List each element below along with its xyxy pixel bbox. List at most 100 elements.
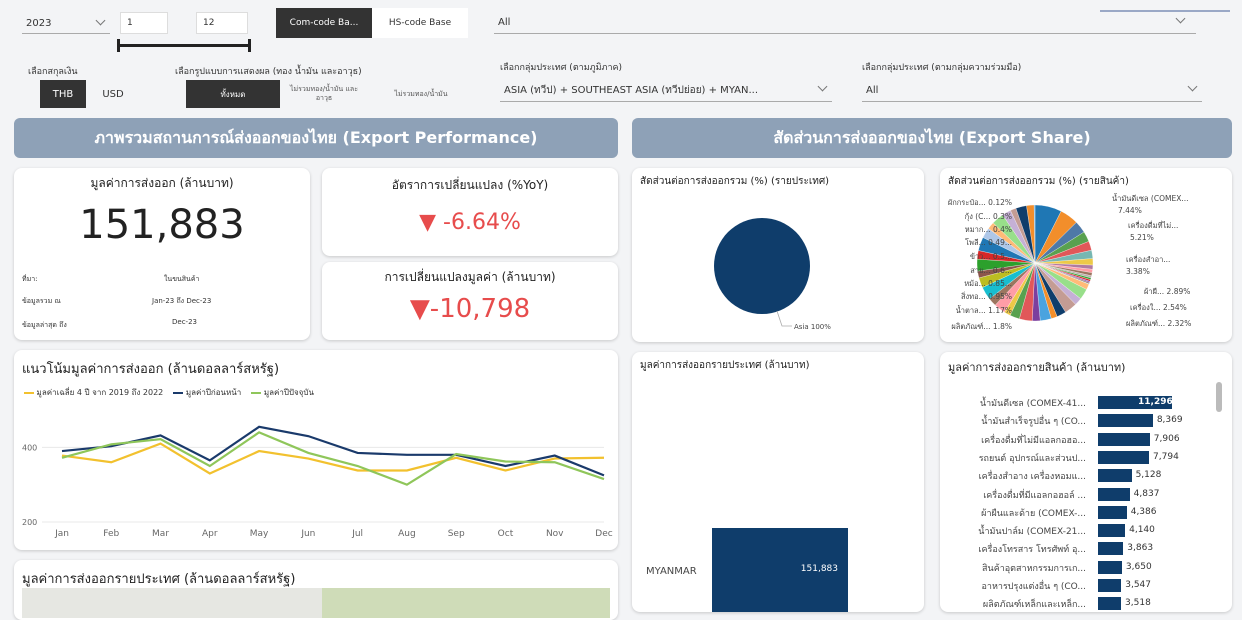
display-no-gold-oil-arms-button[interactable]: ไม่รวมทอง/น้ำมัน และ อาวุธ [288, 80, 360, 108]
product-dropdown[interactable]: All [494, 12, 1196, 34]
month-start-input[interactable]: 1 [120, 12, 168, 34]
product-bar[interactable] [1098, 450, 1150, 464]
trend-series-line-2[interactable] [61, 431, 605, 486]
country-map-card: มูลค่าการส่งออกรายประเทศ (ล้านดอลลาร์สหร… [14, 560, 618, 620]
country-bar-value: 151,883 [800, 564, 838, 574]
display-no-gold-oil-button[interactable]: ไม่รวมทอง/น้ำมัน [376, 80, 466, 108]
month-range-slider[interactable] [118, 44, 250, 47]
product-bar-value: 7,906 [1153, 433, 1180, 444]
x-tick-label: Nov [546, 529, 564, 539]
month-end-input[interactable]: 12 [196, 12, 248, 34]
currency-label: เลือกสกุลเงิน [28, 67, 78, 77]
pie-label-asia: Asia 100% [794, 323, 831, 331]
country-share-card: สัดส่วนต่อการส่งออกรวม (%) (รายประเทศ) A… [632, 168, 924, 342]
y-tick-label: 200 [22, 518, 37, 527]
x-tick-label: Sep [448, 529, 465, 539]
pie-left-label: สิ่งทอ... 0.95% [960, 292, 1012, 301]
y-tick-label: 400 [22, 443, 37, 452]
product-bar[interactable] [1098, 542, 1124, 556]
legend-avg-label: มูลค่าเฉลี่ย 4 ปี จาก 2019 ถึง 2022 [36, 388, 164, 397]
country-pie-chart: Asia 100% [714, 218, 831, 331]
x-tick-label: Jul [351, 529, 363, 539]
export-trend-card: แนวโน้มมูลค่าการส่งออก (ล้านดอลลาร์สหรัฐ… [14, 350, 618, 550]
pie-left-label: หม้อ... 0.85... [964, 279, 1012, 288]
product-bar-label: รถยนต์ อุปกรณ์และส่วนป... [978, 453, 1086, 464]
product-bar-value: 4,140 [1129, 525, 1155, 536]
slider-handle-start[interactable] [117, 39, 120, 52]
pie-right-label: 3.38% [1126, 267, 1150, 276]
export-value-title: มูลค่าการส่งออก (ล้านบาท) [90, 176, 234, 190]
map-area[interactable] [22, 588, 610, 618]
coop-value: All [866, 85, 879, 96]
country-bar-myanmar[interactable]: 151,883 [712, 528, 848, 612]
product-bar-value: 4,386 [1130, 506, 1157, 517]
slider-handle-end[interactable] [248, 39, 251, 52]
map-land [322, 588, 610, 618]
x-tick-label: Oct [498, 529, 514, 539]
product-bar[interactable] [1098, 487, 1130, 501]
display-all-button[interactable]: ทั้งหมด [186, 80, 280, 108]
chevron-down-icon [95, 15, 106, 26]
product-bar-label: ผ้าผืนและด้าย (COMEX-... [981, 508, 1086, 519]
month-end-value: 12 [203, 18, 215, 28]
product-bar-label: น้ำมันปาล์ม (COMEX-21... [978, 527, 1086, 538]
product-bar-value: 4,837 [1133, 488, 1160, 499]
pie-leader-line [776, 310, 792, 327]
export-value-card: มูลค่าการส่งออก (ล้านบาท) 151,883 ที่มา:… [14, 168, 310, 340]
product-bar[interactable] [1098, 469, 1132, 483]
product-bar[interactable] [1098, 524, 1126, 538]
product-bar-label: เครื่องดื่มที่ไม่มีแอลกอฮอ... [981, 435, 1086, 446]
legend-curr-label: มูลค่าปีปัจจุบัน [263, 388, 314, 397]
pie-right-label: ผ้าผื... 2.89% [1144, 287, 1191, 296]
product-bar[interactable] [1098, 579, 1122, 592]
country-bar-label: MYANMAR [646, 566, 697, 577]
region-dropdown[interactable]: ASIA (ทวีป) + SOUTHEAST ASIA (ทวีปย่อย) … [500, 80, 832, 102]
export-value-number: 151,883 [79, 202, 245, 248]
year-dropdown[interactable]: 2023 [22, 14, 110, 34]
product-bar[interactable] [1098, 505, 1127, 519]
product-bar[interactable] [1098, 560, 1122, 574]
value-change-card: การเปลี่ยนแปลงมูลค่า (ล้านบาท) ▼-10,798 [322, 262, 618, 340]
product-select-value: All [498, 17, 511, 28]
product-bar-label: เครื่องดื่มที่มีแอลกอฮอล์ ... [983, 490, 1086, 501]
pie-right-label: เครื่องสำอา... [1126, 255, 1171, 264]
region-value: ASIA (ทวีป) + SOUTHEAST ASIA (ทวีปย่อย) … [504, 85, 759, 96]
scrollbar-thumb[interactable] [1216, 382, 1222, 412]
product-bar-label: ผลิตภัณฑ์เหล็กและเหล็ก... [982, 600, 1086, 611]
value-change-title: การเปลี่ยนแปลงมูลค่า (ล้านบาท) [384, 270, 556, 284]
period-label: ข้อมูลรวม ณ [22, 297, 61, 305]
product-bar-value: 5,128 [1135, 470, 1162, 481]
pie-left-label: ผลิตภัณฑ์... 1.8% [951, 322, 1012, 331]
hs-code-tab[interactable]: HS-code Base [372, 8, 468, 38]
pie-right-label: 5.21% [1130, 233, 1154, 242]
product-bar-label: เครื่องสำอาง เครื่องหอมแ... [978, 472, 1086, 483]
chevron-down-icon [817, 81, 828, 92]
product-bar[interactable] [1098, 597, 1122, 611]
product-bar-value: 3,518 [1125, 598, 1151, 609]
currency-thb-button[interactable]: THB [40, 80, 86, 108]
product-bar-value: 3,547 [1125, 580, 1151, 590]
pie-left-label: สาย... 0.6... [970, 266, 1012, 275]
coop-dropdown[interactable]: All [862, 80, 1202, 102]
com-code-tab[interactable]: Com-code Ba... [276, 8, 372, 38]
currency-usd-button[interactable]: USD [90, 80, 136, 108]
top-divider [1100, 10, 1230, 12]
product-bar[interactable] [1098, 432, 1150, 446]
product-bar-value: 11,296 [1138, 397, 1173, 407]
pie-slice-asia[interactable] [714, 218, 810, 314]
product-bar-value: 8,369 [1156, 415, 1183, 426]
product-bar-value: 3,863 [1127, 543, 1154, 554]
legend-avg: มูลค่าเฉลี่ย 4 ปี จาก 2019 ถึง 2022 [24, 386, 163, 399]
legend-prev-label: มูลค่าปีก่อนหน้า [185, 388, 242, 397]
year-value: 2023 [26, 18, 52, 29]
region-label: เลือกกลุ่มประเทศ (ตามภูมิภาค) [500, 63, 623, 73]
pie-left-label: น้ำตาล... 1.17% [955, 306, 1012, 315]
month-start-value: 1 [127, 18, 133, 28]
product-bar[interactable] [1098, 414, 1153, 428]
display-label: เลือกรูปแบบการแสดงผล (ทอง น้ำมัน และอาวุ… [175, 67, 362, 77]
x-tick-label: Mar [152, 529, 169, 539]
x-tick-label: Apr [202, 529, 218, 539]
source-label: ที่มา: [22, 275, 38, 283]
latest-value: Dec-23 [172, 318, 197, 326]
coop-label: เลือกกลุ่มประเทศ (ตามกลุ่มความร่วมมือ) [862, 63, 1022, 73]
